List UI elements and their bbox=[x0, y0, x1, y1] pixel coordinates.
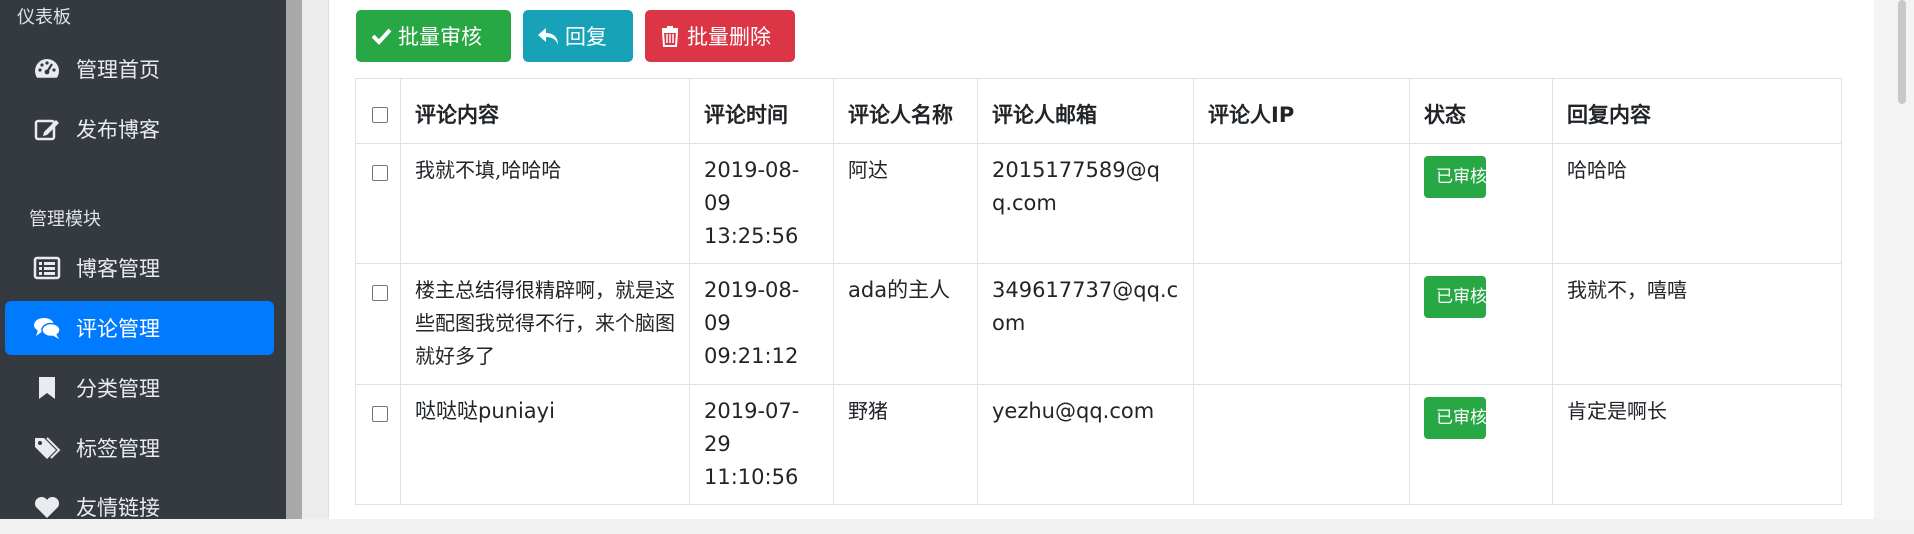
comments-icon bbox=[32, 313, 62, 343]
table-header-row: 评论内容 评论时间 评论人名称 评论人邮箱 评论人IP 状态 回复内容 bbox=[355, 78, 1842, 144]
table-row: 我就不填,哈哈哈 2019-08-09 13:25:56 阿达 20151775… bbox=[355, 143, 1842, 264]
check-icon bbox=[371, 28, 392, 45]
edit-icon bbox=[32, 114, 62, 144]
reply-content: 哈哈哈 bbox=[1552, 143, 1842, 264]
sidebar-item-label: 博客管理 bbox=[76, 257, 160, 281]
sidebar-item-label: 友情链接 bbox=[76, 496, 160, 520]
trash-icon bbox=[661, 26, 679, 47]
heart-icon bbox=[32, 492, 62, 522]
commenter-ip bbox=[1193, 384, 1410, 505]
comment-time: 2019-07-29 11:10:56 bbox=[689, 384, 834, 505]
tags-icon bbox=[32, 433, 62, 463]
comment-content: 哒哒哒puniayi bbox=[400, 384, 690, 505]
page-scrollbar[interactable] bbox=[1874, 0, 1914, 519]
col-header-time: 评论时间 bbox=[689, 78, 834, 144]
batch-review-label: 批量审核 bbox=[398, 25, 482, 49]
status-cell: 已审核 bbox=[1409, 384, 1553, 505]
sidebar-section-manage: 管理模块 bbox=[29, 209, 101, 230]
sidebar-scrollbar[interactable] bbox=[286, 0, 302, 519]
sidebar-item-comment-manage[interactable]: 评论管理 bbox=[5, 301, 274, 355]
row-checkbox[interactable] bbox=[372, 406, 388, 422]
row-checkbox[interactable] bbox=[372, 165, 388, 181]
commenter-email: 349617737@qq.com bbox=[977, 263, 1194, 385]
commenter-name: 阿达 bbox=[833, 143, 978, 264]
sidebar-item-friend-links[interactable]: 友情链接 bbox=[5, 480, 274, 534]
scrollbar-thumb[interactable] bbox=[1898, 0, 1906, 104]
sidebar: 仪表板 管理首页 发布博客 管理模块 博客管理 评论管理 分类管理 标签管理 友… bbox=[0, 0, 286, 520]
sidebar-item-label: 发布博客 bbox=[76, 118, 160, 142]
select-all-checkbox[interactable] bbox=[372, 107, 388, 123]
commenter-ip bbox=[1193, 143, 1410, 264]
batch-review-button[interactable]: 批量审核 bbox=[356, 10, 511, 62]
sidebar-item-label: 管理首页 bbox=[76, 58, 160, 82]
row-select-cell bbox=[355, 263, 401, 385]
status-badge[interactable]: 已审核 bbox=[1424, 156, 1486, 198]
comment-time: 2019-08-09 13:25:56 bbox=[689, 143, 834, 264]
status-badge[interactable]: 已审核 bbox=[1424, 276, 1486, 318]
col-header-content: 评论内容 bbox=[400, 78, 690, 144]
commenter-email: 2015177589@qq.com bbox=[977, 143, 1194, 264]
sidebar-item-label: 标签管理 bbox=[76, 437, 160, 461]
table-row: 哒哒哒puniayi 2019-07-29 11:10:56 野猪 yezhu@… bbox=[355, 384, 1842, 505]
status-badge[interactable]: 已审核 bbox=[1424, 397, 1486, 439]
col-header-name: 评论人名称 bbox=[833, 78, 978, 144]
row-select-cell bbox=[355, 143, 401, 264]
comments-table: 评论内容 评论时间 评论人名称 评论人邮箱 评论人IP 状态 回复内容 我就不填… bbox=[355, 78, 1842, 505]
content-gutter bbox=[302, 0, 328, 519]
reply-button[interactable]: 回复 bbox=[523, 10, 633, 62]
reply-content: 我就不，嘻嘻 bbox=[1552, 263, 1842, 385]
col-header-email: 评论人邮箱 bbox=[977, 78, 1194, 144]
bookmark-icon bbox=[32, 373, 62, 403]
sidebar-item-label: 评论管理 bbox=[76, 317, 160, 341]
reply-content: 肯定是啊长 bbox=[1552, 384, 1842, 505]
sidebar-item-label: 分类管理 bbox=[76, 377, 160, 401]
sidebar-item-tag-manage[interactable]: 标签管理 bbox=[5, 421, 274, 475]
comment-time: 2019-08-09 09:21:12 bbox=[689, 263, 834, 385]
sidebar-section-dashboard: 仪表板 bbox=[17, 7, 71, 28]
comment-content: 我就不填,哈哈哈 bbox=[400, 143, 690, 264]
commenter-name: ada的主人 bbox=[833, 263, 978, 385]
select-all-cell bbox=[355, 78, 401, 144]
sidebar-item-home[interactable]: 管理首页 bbox=[5, 42, 274, 96]
dashboard-icon bbox=[32, 54, 62, 84]
commenter-email: yezhu@qq.com bbox=[977, 384, 1194, 505]
row-checkbox[interactable] bbox=[372, 285, 388, 301]
batch-delete-button[interactable]: 批量删除 bbox=[645, 10, 795, 62]
sidebar-item-blog-manage[interactable]: 博客管理 bbox=[5, 241, 274, 295]
list-icon bbox=[32, 253, 62, 283]
commenter-name: 野猪 bbox=[833, 384, 978, 505]
row-select-cell bbox=[355, 384, 401, 505]
sidebar-item-publish[interactable]: 发布博客 bbox=[5, 102, 274, 156]
batch-delete-label: 批量删除 bbox=[687, 25, 771, 49]
col-header-status: 状态 bbox=[1409, 78, 1553, 144]
reply-label: 回复 bbox=[565, 25, 607, 49]
col-header-reply: 回复内容 bbox=[1552, 78, 1842, 144]
table-row: 楼主总结得很精辟啊，就是这些配图我觉得不行，来个脑图就好多了 2019-08-0… bbox=[355, 263, 1842, 385]
comment-content: 楼主总结得很精辟啊，就是这些配图我觉得不行，来个脑图就好多了 bbox=[400, 263, 690, 385]
status-cell: 已审核 bbox=[1409, 143, 1553, 264]
sidebar-item-category-manage[interactable]: 分类管理 bbox=[5, 361, 274, 415]
commenter-ip bbox=[1193, 263, 1410, 385]
status-cell: 已审核 bbox=[1409, 263, 1553, 385]
col-header-ip: 评论人IP bbox=[1193, 78, 1410, 144]
reply-icon bbox=[538, 28, 558, 45]
